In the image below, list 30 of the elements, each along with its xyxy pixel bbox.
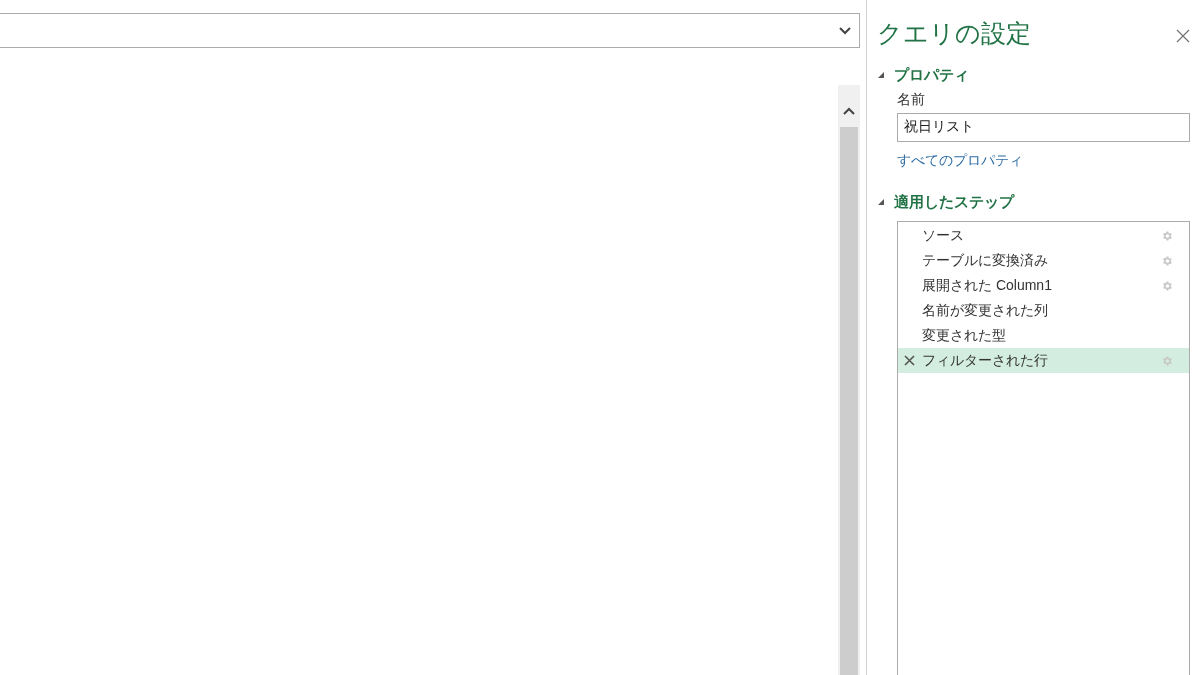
step-label: 展開された Column1 bbox=[922, 276, 1053, 295]
step-item[interactable]: フィルターされた行 bbox=[898, 348, 1189, 373]
gear-icon[interactable] bbox=[1161, 354, 1173, 367]
step-item[interactable]: 展開された Column1 bbox=[898, 273, 1189, 298]
name-field[interactable]: 祝日リスト bbox=[897, 112, 1190, 142]
gear-icon[interactable] bbox=[1161, 229, 1173, 242]
all-properties-link[interactable]: すべてのプロパティ bbox=[897, 149, 1023, 171]
chevron-up-icon[interactable] bbox=[843, 107, 855, 115]
section-heading: 適用したステップ bbox=[894, 191, 1014, 212]
delete-icon[interactable] bbox=[904, 355, 915, 366]
step-item[interactable]: テーブルに変換済み bbox=[898, 248, 1189, 273]
field-label: 名前 bbox=[897, 89, 926, 109]
step-label: フィルターされた行 bbox=[922, 351, 1049, 370]
step-label: ソース bbox=[922, 226, 965, 245]
scrollbar-thumb[interactable] bbox=[840, 127, 858, 675]
chevron-down-icon[interactable] bbox=[839, 26, 851, 35]
collapse-triangle-icon[interactable] bbox=[877, 71, 885, 80]
step-label: 名前が変更された列 bbox=[922, 301, 1049, 320]
gear-icon[interactable] bbox=[1161, 279, 1173, 292]
section-heading: プロパティ bbox=[894, 65, 969, 85]
gear-icon[interactable] bbox=[1161, 254, 1173, 267]
scrollbar[interactable] bbox=[838, 85, 860, 675]
step-item[interactable]: 変更された型 bbox=[898, 323, 1189, 348]
step-item[interactable]: ソース bbox=[898, 223, 1189, 248]
step-item[interactable]: 名前が変更された列 bbox=[898, 298, 1189, 323]
collapse-triangle-icon[interactable] bbox=[877, 197, 885, 206]
step-label: 変更された型 bbox=[922, 326, 1007, 345]
panel-title: クエリの設定 bbox=[877, 18, 1031, 49]
step-label: テーブルに変換済み bbox=[922, 251, 1049, 270]
close-icon[interactable] bbox=[1176, 29, 1190, 43]
